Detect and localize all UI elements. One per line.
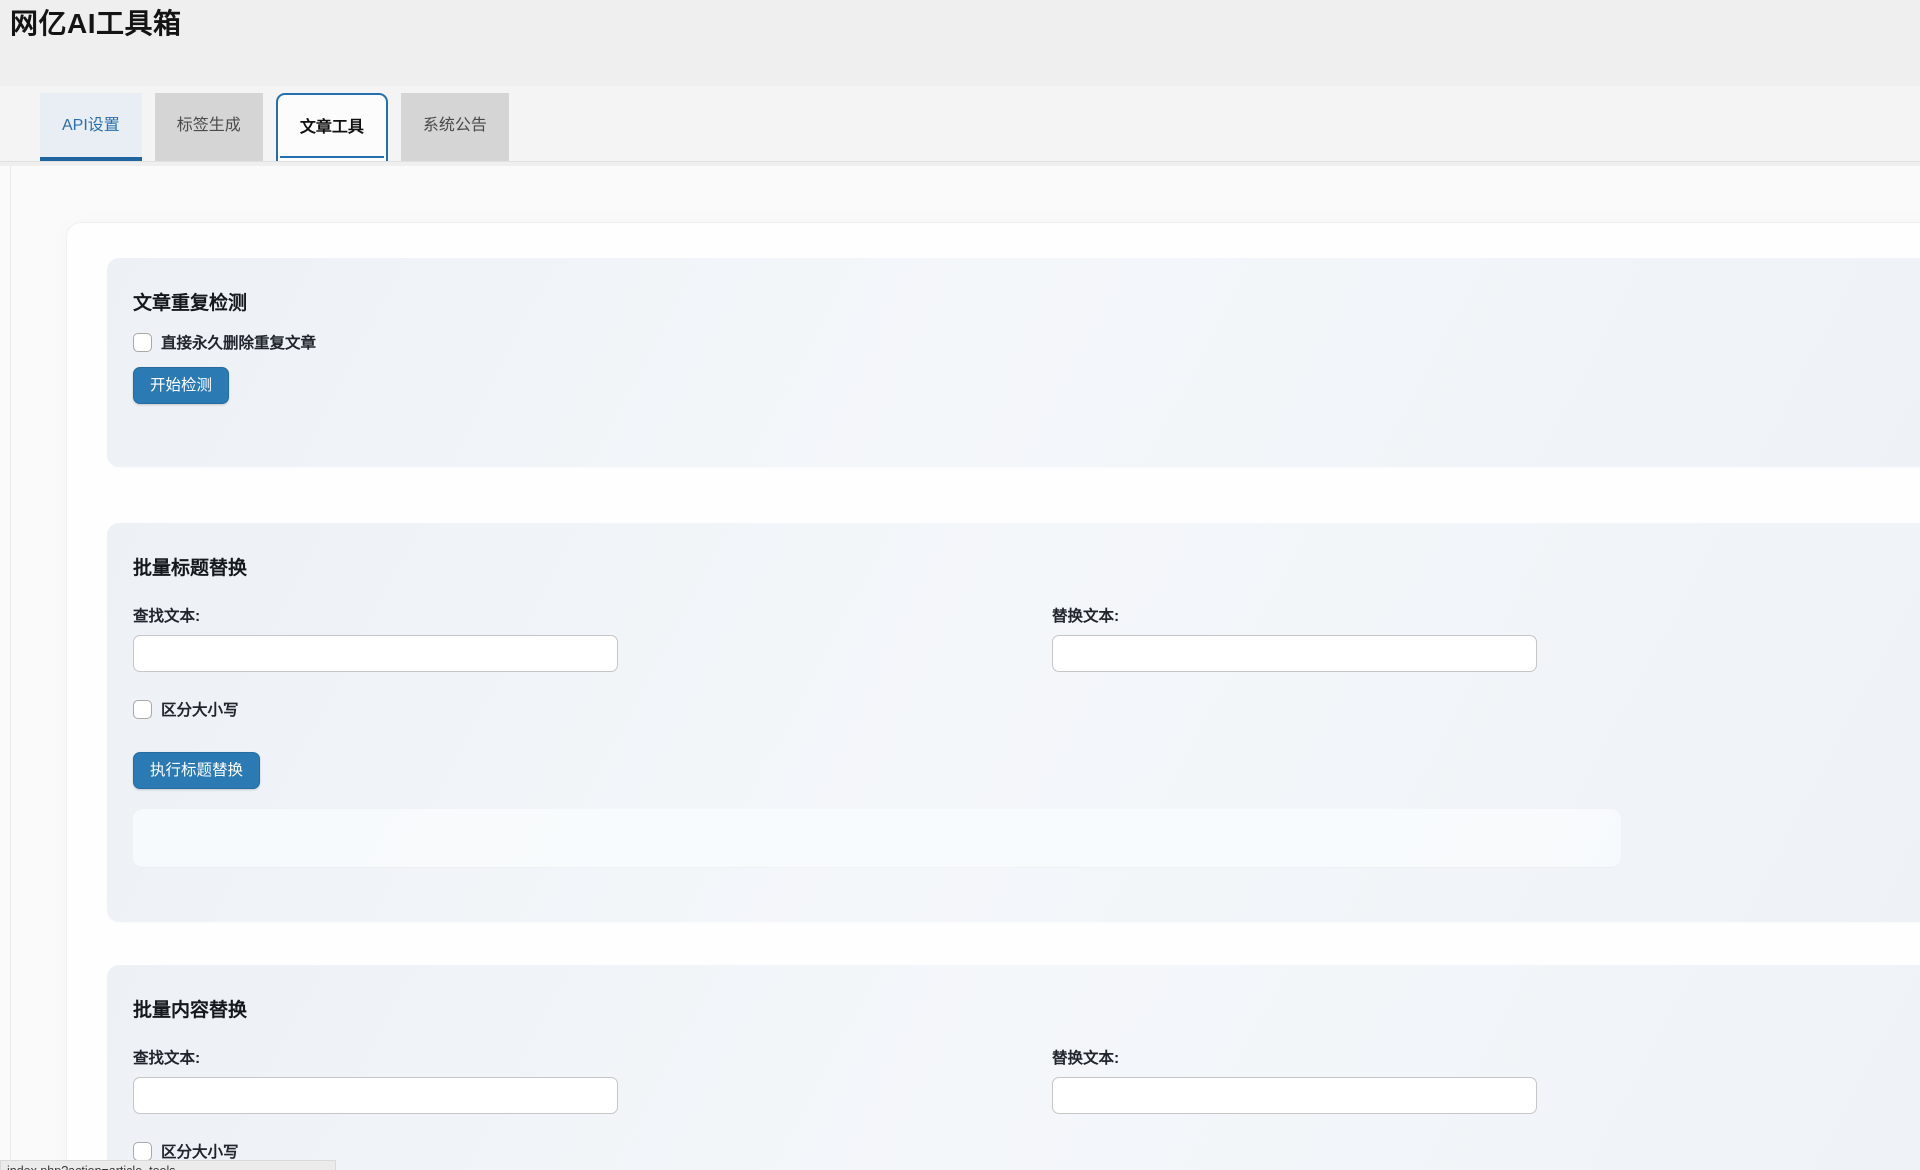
start-detection-button[interactable]: 开始检测 <box>133 367 229 404</box>
tab-article-tools[interactable]: 文章工具 <box>276 93 388 161</box>
tab-tag-generation[interactable]: 标签生成 <box>155 93 263 161</box>
tab-api-settings[interactable]: API设置 <box>40 93 142 161</box>
find-text-field: 查找文本: <box>133 604 1052 672</box>
delete-duplicates-checkbox[interactable] <box>133 333 152 352</box>
title-replace-title: 批量标题替换 <box>133 553 1920 580</box>
title-case-sensitive-checkbox[interactable] <box>133 700 152 719</box>
tab-system-announcement[interactable]: 系统公告 <box>401 93 509 161</box>
title-replace-card: 批量标题替换 查找文本: 替换文本: 区分大小写 执行标题替换 <box>107 523 1920 922</box>
duplicate-detection-card: 文章重复检测 直接永久删除重复文章 开始检测 <box>107 258 1920 467</box>
content-case-sensitive-label: 区分大小写 <box>161 1140 239 1162</box>
status-bar-text: index.php?action=article_tools <box>7 1164 176 1170</box>
title-case-sensitive-row: 区分大小写 <box>133 698 1920 720</box>
content-panel: 文章重复检测 直接永久删除重复文章 开始检测 批量标题替换 查找文本: 替换文本… <box>67 223 1920 1170</box>
page-header: 网亿AI工具箱 <box>0 0 1920 86</box>
content-area: 文章重复检测 直接永久删除重复文章 开始检测 批量标题替换 查找文本: 替换文本… <box>0 166 1920 1170</box>
status-bar: index.php?action=article_tools <box>0 1160 336 1170</box>
content-find-input[interactable] <box>133 1077 618 1114</box>
execute-title-replace-button[interactable]: 执行标题替换 <box>133 752 260 789</box>
delete-duplicates-label: 直接永久删除重复文章 <box>161 331 316 353</box>
content-replace-title: 批量内容替换 <box>133 995 1920 1022</box>
content-replace-card: 批量内容替换 查找文本: 替换文本: 区分大小写 <box>107 965 1920 1170</box>
content-case-sensitive-checkbox[interactable] <box>133 1142 152 1161</box>
content-replace-input[interactable] <box>1052 1077 1537 1114</box>
replace-text-label: 替换文本: <box>1052 604 1920 626</box>
replace-text-label: 替换文本: <box>1052 1046 1920 1068</box>
duplicate-detection-title: 文章重复检测 <box>133 288 1920 315</box>
app-title: 网亿AI工具箱 <box>10 2 1920 42</box>
title-case-sensitive-label: 区分大小写 <box>161 698 239 720</box>
title-replace-input[interactable] <box>1052 635 1537 672</box>
title-replace-fields: 查找文本: 替换文本: <box>133 604 1920 672</box>
delete-duplicates-row: 直接永久删除重复文章 <box>133 331 1920 353</box>
title-replace-result-panel <box>133 809 1621 867</box>
title-find-input[interactable] <box>133 635 618 672</box>
find-text-label: 查找文本: <box>133 1046 1052 1068</box>
find-text-label: 查找文本: <box>133 604 1052 626</box>
replace-text-field: 替换文本: <box>1052 604 1920 672</box>
replace-text-field: 替换文本: <box>1052 1046 1920 1114</box>
tab-bar: API设置 标签生成 文章工具 系统公告 <box>0 86 1920 162</box>
content-case-sensitive-row: 区分大小写 <box>133 1140 1920 1162</box>
find-text-field: 查找文本: <box>133 1046 1052 1114</box>
left-edge-divider <box>10 166 11 1170</box>
content-replace-fields: 查找文本: 替换文本: <box>133 1046 1920 1114</box>
